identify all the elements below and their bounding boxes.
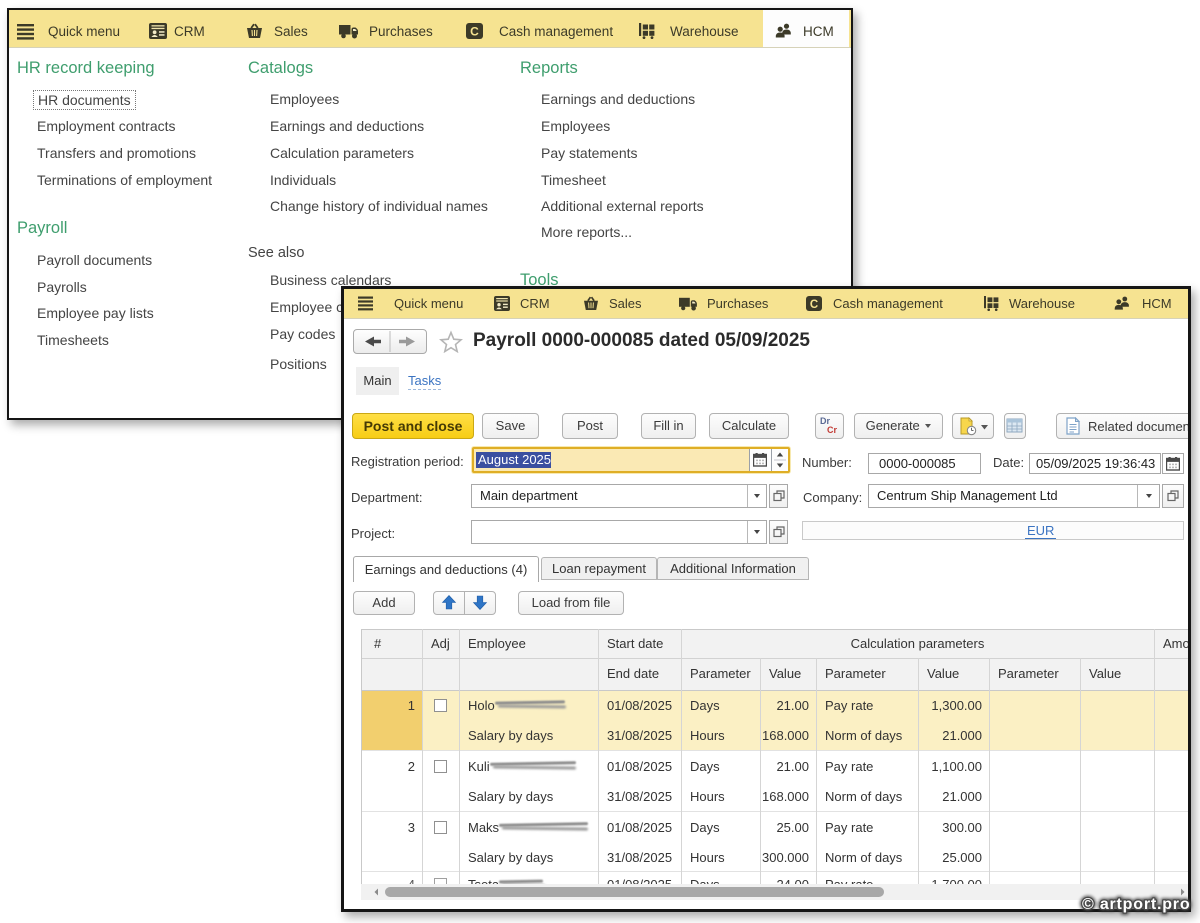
svg-text:C: C (470, 25, 479, 39)
svg-text:© artport.pro: © artport.pro (1082, 896, 1190, 913)
svg-text:C: C (810, 299, 818, 311)
